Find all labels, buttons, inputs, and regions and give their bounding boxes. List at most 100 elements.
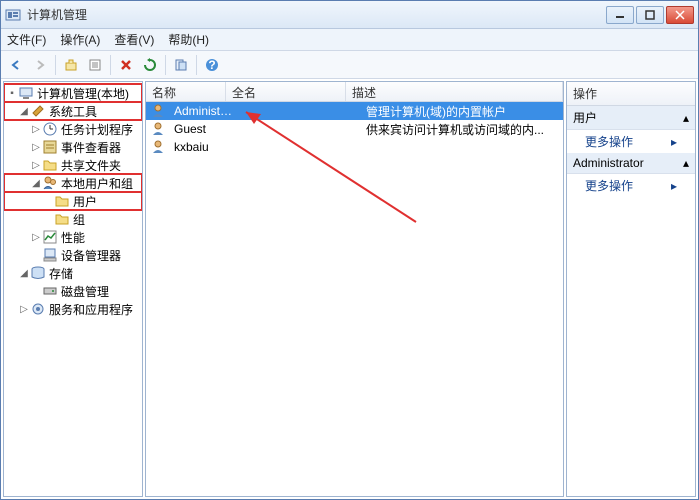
folder-icon — [54, 193, 70, 209]
tree-task-scheduler[interactable]: ▷ 任务计划程序 — [4, 120, 142, 138]
help-button[interactable]: ? — [201, 54, 223, 76]
tree-groups[interactable]: 组 — [4, 210, 142, 228]
cell-desc: 供来宾访问计算机或访问域的内... — [360, 121, 563, 138]
collapse-icon[interactable]: ◢ — [18, 106, 30, 117]
chevron-up-icon: ▴ — [683, 156, 689, 170]
tree-event-viewer[interactable]: ▷ 事件查看器 — [4, 138, 142, 156]
action-group-admin-label: Administrator — [573, 156, 644, 170]
list-row-kxbaiu[interactable]: kxbaiu — [146, 138, 563, 156]
cell-name: Administrat... — [168, 104, 240, 118]
collapse-icon[interactable]: ◢ — [18, 268, 30, 279]
tree-disk-mgmt[interactable]: 磁盘管理 — [4, 282, 142, 300]
refresh-button[interactable] — [139, 54, 161, 76]
actions-pane: 操作 用户 ▴ 更多操作 ▸ Administrator ▴ 更多操作 ▸ — [566, 81, 696, 497]
collapse-icon[interactable]: ◢ — [30, 178, 42, 189]
tree-devmgr-label: 设备管理器 — [61, 247, 121, 264]
action-group-admin[interactable]: Administrator ▴ — [567, 153, 695, 174]
col-fullname[interactable]: 全名 — [226, 82, 346, 101]
menu-file[interactable]: 文件(F) — [7, 31, 46, 48]
device-icon — [42, 247, 58, 263]
main-body: ▪ 计算机管理(本地) ◢ 系统工具 ▷ 任务计划程序 ▷ 事件查看器 ▷ — [1, 79, 698, 499]
up-button[interactable] — [60, 54, 82, 76]
forward-button[interactable] — [29, 54, 51, 76]
tree-users[interactable]: 用户 — [4, 192, 142, 210]
disk-icon — [42, 283, 58, 299]
computer-icon — [18, 85, 34, 101]
maximize-button[interactable] — [636, 6, 664, 24]
cell-name: kxbaiu — [168, 140, 240, 154]
tree-device-manager[interactable]: 设备管理器 — [4, 246, 142, 264]
tree-system-tools-label: 系统工具 — [49, 103, 97, 120]
tree-groups-label: 组 — [73, 211, 85, 228]
action-more-label: 更多操作 — [585, 177, 633, 194]
expand-icon[interactable]: ▷ — [18, 304, 30, 315]
chevron-up-icon: ▴ — [683, 111, 689, 125]
storage-icon — [30, 265, 46, 281]
services-icon — [30, 301, 46, 317]
tree-pane: ▪ 计算机管理(本地) ◢ 系统工具 ▷ 任务计划程序 ▷ 事件查看器 ▷ — [3, 81, 143, 497]
user-icon — [150, 121, 166, 137]
col-description[interactable]: 描述 — [346, 82, 563, 101]
cell-name: Guest — [168, 122, 240, 136]
action-more-admin[interactable]: 更多操作 ▸ — [567, 174, 695, 197]
list-body: Administrat... 管理计算机(域)的内置帐户 Guest 供来宾访问… — [146, 102, 563, 156]
cell-desc: 管理计算机(域)的内置帐户 — [360, 103, 563, 120]
menu-help[interactable]: 帮助(H) — [168, 31, 209, 48]
action-more-label: 更多操作 — [585, 133, 633, 150]
folder-icon — [42, 157, 58, 173]
toolbar: ? — [1, 51, 698, 79]
app-icon — [5, 7, 21, 23]
svg-text:?: ? — [208, 58, 215, 72]
close-button[interactable] — [666, 6, 694, 24]
action-more-users[interactable]: 更多操作 ▸ — [567, 130, 695, 153]
title-bar: 计算机管理 — [1, 1, 698, 29]
list-row-guest[interactable]: Guest 供来宾访问计算机或访问域的内... — [146, 120, 563, 138]
folder-icon — [54, 211, 70, 227]
list-pane: 名称 全名 描述 Administrat... 管理计算机(域)的内置帐户 Gu… — [145, 81, 564, 497]
window-title: 计算机管理 — [27, 6, 606, 23]
delete-button[interactable] — [115, 54, 137, 76]
menu-action[interactable]: 操作(A) — [60, 31, 100, 48]
tree-storage-label: 存储 — [49, 265, 73, 282]
expand-icon[interactable]: ▷ — [30, 232, 42, 243]
tree-services[interactable]: ▷ 服务和应用程序 — [4, 300, 142, 318]
menu-view[interactable]: 查看(V) — [114, 31, 154, 48]
clock-icon — [42, 121, 58, 137]
list-header: 名称 全名 描述 — [146, 82, 563, 102]
tree-storage[interactable]: ◢ 存储 — [4, 264, 142, 282]
tree-perf-label: 性能 — [61, 229, 85, 246]
tree-root-label: 计算机管理(本地) — [37, 85, 129, 102]
perf-icon — [42, 229, 58, 245]
tree-system-tools[interactable]: ◢ 系统工具 — [4, 102, 142, 120]
action-group-users-label: 用户 — [573, 109, 597, 126]
user-icon — [150, 103, 166, 119]
tree-services-label: 服务和应用程序 — [49, 301, 133, 318]
tree-local-users[interactable]: ◢ 本地用户和组 — [4, 174, 142, 192]
expand-icon[interactable]: ▪ — [6, 88, 18, 99]
expand-icon[interactable]: ▷ — [30, 142, 42, 153]
tree-task-label: 任务计划程序 — [61, 121, 133, 138]
back-button[interactable] — [5, 54, 27, 76]
tree-shared-label: 共享文件夹 — [61, 157, 121, 174]
tree-shared-folders[interactable]: ▷ 共享文件夹 — [4, 156, 142, 174]
actions-title: 操作 — [567, 82, 695, 106]
expand-icon[interactable]: ▷ — [30, 124, 42, 135]
list-row-administrator[interactable]: Administrat... 管理计算机(域)的内置帐户 — [146, 102, 563, 120]
tree-event-label: 事件查看器 — [61, 139, 121, 156]
minimize-button[interactable] — [606, 6, 634, 24]
users-icon — [42, 175, 58, 191]
action-group-users[interactable]: 用户 ▴ — [567, 106, 695, 130]
tree-performance[interactable]: ▷ 性能 — [4, 228, 142, 246]
col-name[interactable]: 名称 — [146, 82, 226, 101]
chevron-right-icon: ▸ — [671, 179, 677, 193]
event-icon — [42, 139, 58, 155]
chevron-right-icon: ▸ — [671, 135, 677, 149]
tools-icon — [30, 103, 46, 119]
tree-users-label: 用户 — [73, 193, 97, 210]
user-icon — [150, 139, 166, 155]
tree-root[interactable]: ▪ 计算机管理(本地) — [4, 84, 142, 102]
export-button[interactable] — [170, 54, 192, 76]
properties-button[interactable] — [84, 54, 106, 76]
tree-diskmgr-label: 磁盘管理 — [61, 283, 109, 300]
expand-icon[interactable]: ▷ — [30, 160, 42, 171]
